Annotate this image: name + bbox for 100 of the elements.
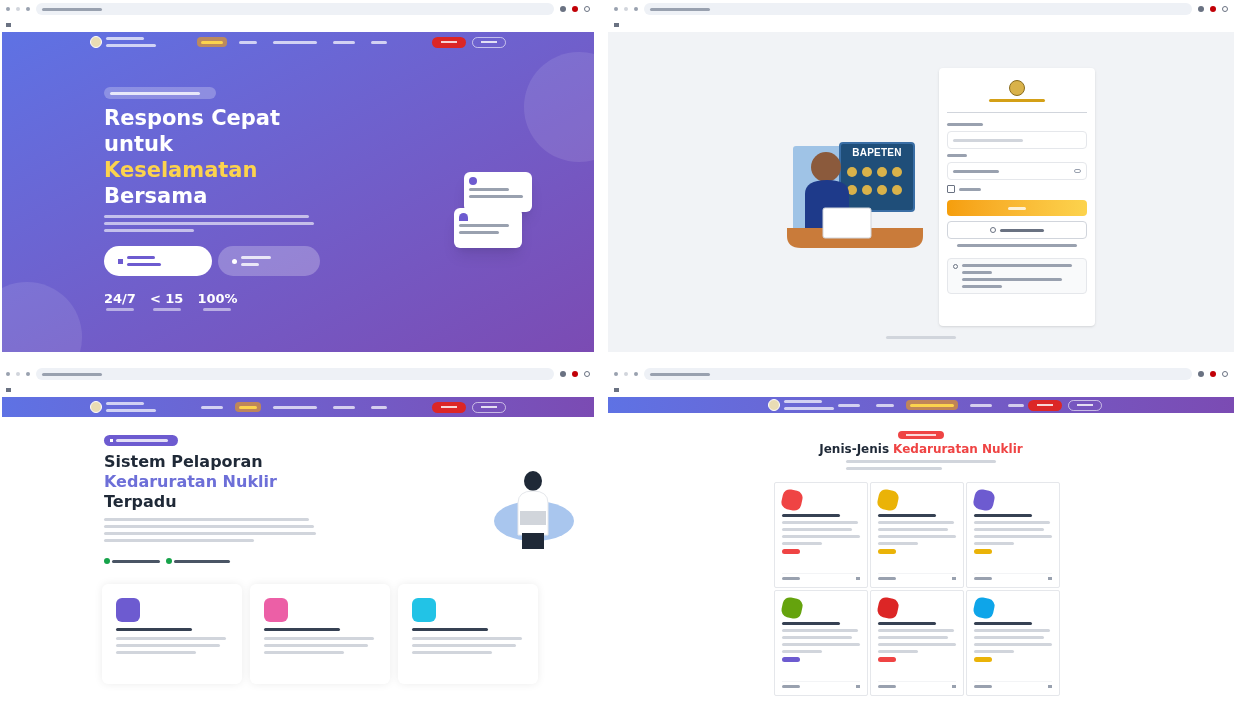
address-bar[interactable] — [644, 368, 1192, 380]
warning-icon — [118, 258, 123, 264]
sign-in-button[interactable] — [947, 200, 1087, 216]
back-icon[interactable] — [6, 372, 10, 376]
hero-title-line: Respons Cepat — [104, 105, 282, 131]
blurred-text-line — [105, 308, 134, 311]
blurred-text-line — [953, 169, 999, 173]
emergency-type-card[interactable] — [870, 590, 964, 696]
chevron-icon — [856, 685, 860, 688]
blurred-text-line — [127, 263, 161, 266]
address-bar[interactable] — [36, 3, 554, 15]
blurred-text-line — [241, 263, 259, 266]
back-icon[interactable] — [6, 7, 10, 11]
blurred-text-line — [782, 514, 840, 517]
blurred-text-line — [947, 154, 967, 157]
back-icon[interactable] — [614, 7, 618, 11]
section-badge — [898, 431, 944, 439]
clock-icon — [469, 177, 477, 185]
blurred-text-line — [459, 231, 499, 234]
eye-icon[interactable] — [1074, 169, 1081, 173]
screen-label: BAPETEN — [851, 148, 903, 158]
blurred-text-line — [974, 650, 1014, 653]
blurred-text-line — [974, 577, 992, 580]
blurred-text-line — [878, 636, 948, 639]
remember-checkbox[interactable] — [947, 185, 955, 193]
blurred-text-line — [469, 188, 509, 191]
blurred-text-line — [469, 195, 523, 198]
blurred-text-line — [962, 285, 1002, 288]
hero-title-line: Bersama — [104, 183, 209, 209]
blurred-text-line — [947, 123, 983, 126]
section-title-line: Terpadu — [104, 492, 178, 512]
emblem-icon — [768, 399, 780, 411]
reload-icon[interactable] — [26, 372, 30, 376]
chevron-icon — [1048, 577, 1052, 580]
blurred-text-line — [241, 256, 271, 259]
address-bar[interactable] — [36, 368, 554, 380]
emergency-type-card[interactable] — [774, 590, 868, 696]
emergency-type-card[interactable] — [966, 590, 1060, 696]
reload-icon[interactable] — [634, 372, 638, 376]
blurred-text-line — [953, 138, 1023, 142]
blurred-text-line — [878, 542, 918, 545]
blurred-text-line — [959, 187, 981, 191]
blurred-text-line — [878, 528, 948, 531]
emblem-icon — [90, 401, 102, 413]
email-input-field[interactable] — [947, 131, 1087, 149]
chevron-icon — [1048, 685, 1052, 688]
stat-value: 100% — [197, 292, 238, 305]
address-bar[interactable] — [644, 3, 1192, 15]
blurred-text-line — [974, 528, 1044, 531]
nav-link[interactable] — [235, 402, 261, 412]
blurred-text-line — [989, 99, 1045, 102]
section-title-line: Kedaruratan Nuklir — [104, 472, 278, 492]
hero-title-line: untuk — [104, 131, 174, 157]
emergency-button[interactable] — [1028, 399, 1062, 411]
blurred-text-line — [42, 7, 102, 11]
nav-link[interactable] — [197, 37, 227, 47]
blurred-text-line — [106, 44, 156, 47]
blurred-text-line — [784, 400, 822, 403]
emblem-icon — [1009, 80, 1025, 96]
blurred-text-line — [650, 372, 710, 376]
emergency-type-card[interactable] — [774, 482, 868, 588]
reload-icon[interactable] — [634, 7, 638, 11]
blurred-text-line — [127, 256, 155, 259]
report-button[interactable] — [104, 246, 212, 276]
blurred-text-line — [782, 636, 852, 639]
reload-icon[interactable] — [26, 7, 30, 11]
blurred-text-line — [112, 559, 160, 563]
blurred-text-line — [974, 636, 1044, 639]
blurred-text-line — [886, 336, 956, 339]
emergency-button[interactable] — [432, 36, 466, 48]
emergency-type-card[interactable] — [870, 482, 964, 588]
check-icon — [104, 558, 110, 564]
blurred-text-line — [152, 308, 181, 311]
blurred-text-line — [106, 402, 144, 405]
password-input-field[interactable] — [947, 162, 1087, 180]
info-icon — [232, 258, 237, 264]
section-title-highlight: Kedaruratan Nuklir — [893, 441, 1023, 457]
blurred-text-line — [878, 622, 936, 625]
emergency-button[interactable] — [432, 401, 466, 413]
blurred-text-line — [782, 650, 822, 653]
blurred-text-line — [459, 224, 509, 227]
stat-value: 24/7 — [104, 292, 136, 305]
blurred-text-line — [878, 577, 896, 580]
secondary-login-button[interactable] — [947, 221, 1087, 239]
info-button[interactable] — [218, 246, 320, 276]
blurred-text-line — [782, 542, 822, 545]
back-icon[interactable] — [614, 372, 618, 376]
hero-title-line: Keselamatan — [104, 157, 259, 183]
chevron-icon — [952, 577, 956, 580]
blurred-text-line — [878, 650, 918, 653]
blurred-text-line — [116, 439, 168, 442]
emblem-icon — [90, 36, 102, 48]
blurred-text-line — [974, 685, 992, 688]
user-icon — [459, 213, 468, 221]
blurred-text-line — [106, 409, 156, 412]
nav-link[interactable] — [906, 400, 958, 410]
blurred-text-line — [974, 542, 1014, 545]
blurred-text-line — [962, 271, 992, 274]
blurred-text-line — [878, 685, 896, 688]
emergency-type-card[interactable] — [966, 482, 1060, 588]
